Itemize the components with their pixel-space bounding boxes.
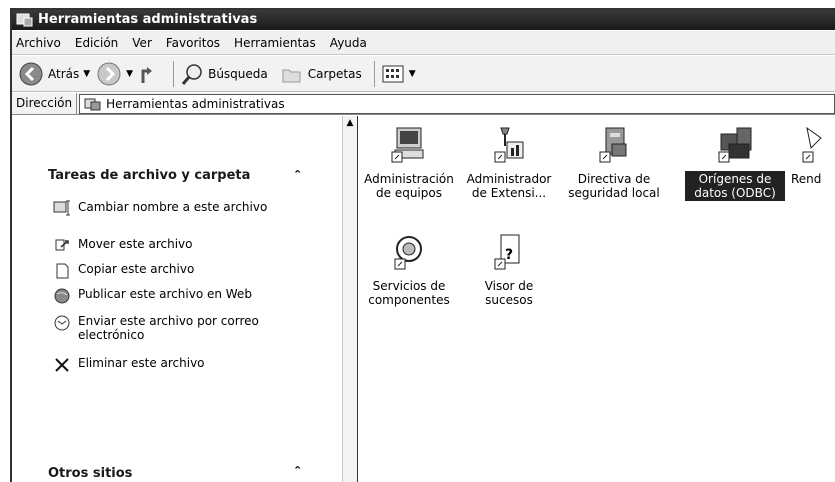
file-label: Servicios de componentes (368, 279, 450, 307)
views-icon (382, 65, 404, 82)
search-icon (181, 63, 202, 85)
file-label: Visor de sucesos (484, 279, 534, 307)
tasks-panel-title[interactable]: Tareas de archivo y carpeta (48, 168, 250, 183)
task-publish-web[interactable]: Publicar este archivo en Web (52, 287, 252, 305)
views-dropdown-icon[interactable]: ▼ (409, 69, 416, 79)
publish-web-icon (52, 287, 72, 305)
component-services-icon (394, 236, 422, 270)
file-item-performance[interactable]: Rend (789, 124, 835, 187)
up-folder-icon (141, 66, 153, 83)
folders-icon (282, 69, 301, 82)
forward-dropdown-icon[interactable]: ▼ (126, 69, 133, 79)
task-label: Copiar este archivo (78, 262, 195, 276)
scrollbar[interactable]: ▲ (342, 116, 358, 482)
title-bar[interactable]: Herramientas administrativas (12, 10, 835, 30)
task-label: Cambiar nombre a este archivo (78, 200, 268, 214)
file-label: Rend (791, 172, 822, 186)
toolbar: Atrás ▼ ▼ Búsqueda Carpetas ▼ (12, 56, 835, 92)
toolbar-separator (173, 60, 175, 87)
file-label: Administrador de Extensi... (466, 172, 552, 200)
file-item-odbc[interactable]: Orígenes de datos (ODBC) (685, 124, 785, 201)
task-rename[interactable]: Cambiar nombre a este archivo (52, 200, 278, 218)
file-label: Administración de equipos (364, 172, 454, 200)
task-label: Eliminar este archivo (78, 356, 205, 370)
task-copy[interactable]: Copiar este archivo (52, 262, 194, 280)
menu-ver[interactable]: Ver (132, 36, 152, 50)
search-button[interactable]: Búsqueda (180, 59, 268, 89)
copy-icon (52, 262, 72, 280)
views-button[interactable]: ▼ (381, 59, 416, 89)
back-dropdown-icon[interactable]: ▼ (83, 69, 90, 79)
move-icon (52, 237, 72, 255)
delete-icon (52, 356, 72, 374)
file-item-computer-management[interactable]: Administración de equipos (359, 124, 459, 201)
collapse-chevron-icon[interactable]: ⌃ (293, 168, 302, 181)
forward-arrow-icon (97, 62, 121, 85)
file-label: Orígenes de datos (ODBC) (685, 171, 785, 201)
task-label: Mover este archivo (78, 237, 193, 251)
odbc-icon (718, 127, 752, 163)
file-item-local-security-policy[interactable]: Directiva de seguridad local (564, 124, 664, 201)
explorer-window: Herramientas administrativas Archivo Edi… (10, 8, 835, 482)
event-viewer-icon: ? (494, 234, 520, 270)
menu-archivo[interactable]: Archivo (16, 36, 61, 50)
menu-herramientas[interactable]: Herramientas (234, 36, 316, 50)
menu-edicion[interactable]: Edición (75, 36, 118, 50)
menu-favoritos[interactable]: Favoritos (166, 36, 220, 50)
file-item-event-viewer[interactable]: ? Visor de sucesos (459, 231, 559, 308)
collapse-chevron-icon[interactable]: ⌃ (293, 464, 302, 477)
file-item-extension-admin[interactable]: Administrador de Extensi... (459, 124, 559, 201)
address-field[interactable]: Herramientas administrativas (79, 93, 835, 114)
toolbar-separator (373, 60, 375, 87)
scroll-up-arrow-icon[interactable]: ▲ (343, 116, 357, 130)
email-icon (52, 314, 72, 332)
other-places-title[interactable]: Otros sitios (48, 466, 132, 481)
file-item-component-services[interactable]: Servicios de componentes (359, 231, 459, 308)
task-label: Enviar este archivo por correo electróni… (78, 314, 259, 342)
address-bar: Dirección Herramientas administrativas (12, 93, 835, 115)
task-label: Publicar este archivo en Web (78, 287, 252, 301)
svg-text:?: ? (505, 247, 513, 263)
admin-tools-icon (16, 13, 33, 27)
rename-icon (52, 200, 72, 218)
computer-management-icon (391, 127, 424, 163)
task-delete[interactable]: Eliminar este archivo (52, 356, 205, 374)
task-pane: Tareas de archivo y carpeta ⌃ Cambiar no… (12, 116, 342, 482)
local-security-policy-icon (599, 127, 627, 163)
menu-ayuda[interactable]: Ayuda (330, 36, 367, 50)
performance-icon (802, 126, 822, 163)
admin-tools-icon (84, 98, 101, 110)
task-email[interactable]: Enviar este archivo por correo electróni… (52, 314, 288, 342)
menu-bar: Archivo Edición Ver Favoritos Herramient… (12, 31, 835, 55)
task-move[interactable]: Mover este archivo (52, 237, 192, 255)
back-arrow-icon (19, 62, 43, 85)
window-title: Herramientas administrativas (38, 12, 258, 27)
forward-button[interactable]: ▼ (96, 59, 133, 89)
extension-admin-icon (494, 127, 524, 163)
back-button[interactable]: Atrás ▼ (18, 59, 90, 89)
folders-button[interactable]: Carpetas (280, 59, 362, 89)
file-view: Administración de equipos Administrador … (359, 116, 835, 482)
up-folder-button[interactable] (139, 59, 161, 89)
folders-label: Carpetas (307, 66, 362, 81)
back-label: Atrás (48, 66, 80, 81)
address-label: Dirección (12, 93, 78, 114)
address-value: Herramientas administrativas (106, 96, 285, 111)
file-label: Directiva de seguridad local (568, 172, 660, 200)
search-label: Búsqueda (208, 66, 268, 81)
